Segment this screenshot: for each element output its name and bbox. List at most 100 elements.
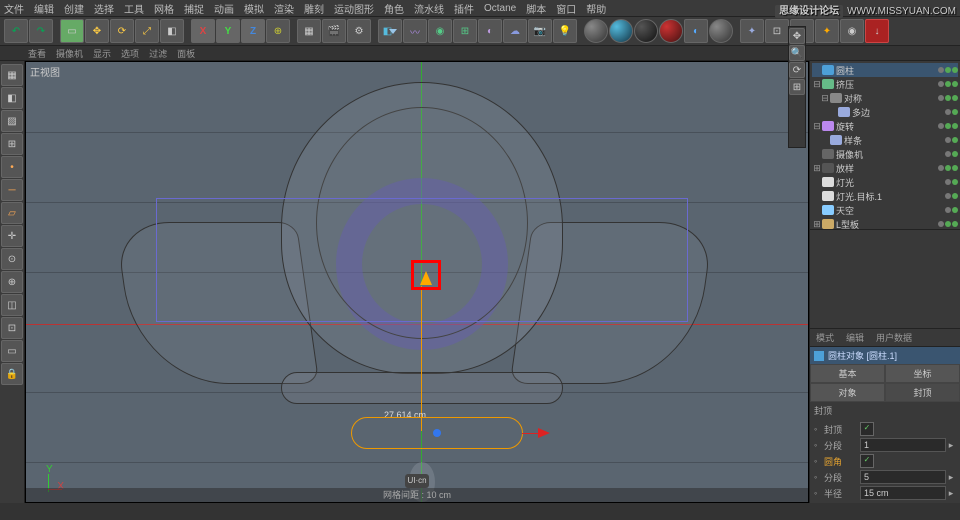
menu-capture[interactable]: 捕捉 <box>184 1 204 16</box>
axis-y-toggle[interactable]: Y <box>216 19 240 43</box>
menu-mesh[interactable]: 网格 <box>154 1 174 16</box>
primitive-spline[interactable]: 〰 <box>403 19 427 43</box>
oct-live[interactable]: ◐ <box>684 19 708 43</box>
nav-zoom[interactable]: 🔍 <box>789 45 805 61</box>
oct-tool5[interactable]: ◉ <box>840 19 864 43</box>
move-tool[interactable]: ✥ <box>85 19 109 43</box>
hier-row-sky[interactable]: 天空 <box>812 203 958 217</box>
recent-tool[interactable]: ◧ <box>160 19 184 43</box>
seg2-field[interactable]: 5 <box>860 470 946 484</box>
tab-basic[interactable]: 基本 <box>810 364 885 383</box>
oct-tool4[interactable]: ✦ <box>815 19 839 43</box>
vp-display[interactable]: 显示 <box>93 47 111 60</box>
deformer[interactable]: ◐ <box>478 19 502 43</box>
seg1-field[interactable]: 1 <box>860 438 946 452</box>
render-view[interactable]: ▦ <box>297 19 321 43</box>
oct-mat2[interactable] <box>609 19 633 43</box>
nav-pan[interactable]: ✥ <box>789 28 805 44</box>
menu-file[interactable]: 文件 <box>4 1 24 16</box>
undo-button[interactable]: ↶ <box>4 19 28 43</box>
oct-tool6[interactable]: ↓ <box>865 19 889 43</box>
generator-array[interactable]: ⊞ <box>453 19 477 43</box>
viewport[interactable]: 正视图 27.614 cm Y X UI·cn 网格间距 : 10 cm <box>25 61 809 503</box>
environment[interactable]: ☁ <box>503 19 527 43</box>
menu-motiongfx[interactable]: 运动图形 <box>334 1 374 16</box>
menu-select[interactable]: 选择 <box>94 1 114 16</box>
gizmo-y-arrow[interactable] <box>420 271 432 285</box>
vp-filter[interactable]: 过滤 <box>149 47 167 60</box>
scale-tool[interactable]: ⤢ <box>135 19 159 43</box>
menu-octane[interactable]: Octane <box>484 3 516 14</box>
menu-sculpt[interactable]: 雕刻 <box>304 1 324 16</box>
vp-camera[interactable]: 摄像机 <box>56 47 83 60</box>
point-mode[interactable]: • <box>1 156 23 178</box>
object-mode[interactable]: ◧ <box>1 87 23 109</box>
vp-options[interactable]: 选项 <box>121 47 139 60</box>
menu-script[interactable]: 脚本 <box>526 1 546 16</box>
edge-mode[interactable]: ─ <box>1 179 23 201</box>
tab-caps[interactable]: 封顶 <box>885 383 960 402</box>
hier-row-light[interactable]: 灯光 <box>812 175 958 189</box>
hier-row-floor[interactable]: ⊞L型板 <box>812 217 958 230</box>
attr-user-tab[interactable]: 用户数据 <box>870 329 918 346</box>
oct-settings[interactable]: ✦ <box>740 19 764 43</box>
poly-mode[interactable]: ▱ <box>1 202 23 224</box>
snap-2d[interactable]: ◫ <box>1 294 23 316</box>
generator-nurbs[interactable]: ◉ <box>428 19 452 43</box>
redo-button[interactable]: ↷ <box>29 19 53 43</box>
camera-add[interactable]: 📷 <box>528 19 552 43</box>
snap-toggle[interactable]: ⊕ <box>1 271 23 293</box>
axis-z-toggle[interactable]: Z <box>241 19 265 43</box>
tweak-mode[interactable]: ⊙ <box>1 248 23 270</box>
hier-row-symmetry[interactable]: ⊟对称 <box>812 91 958 105</box>
menu-plugins[interactable]: 插件 <box>454 1 474 16</box>
selected-cylinder[interactable] <box>351 417 523 449</box>
fillet-checkbox[interactable]: ✓ <box>860 454 874 468</box>
tab-coord[interactable]: 坐标 <box>885 364 960 383</box>
hier-row-cylinder[interactable]: 圆柱 <box>812 63 958 77</box>
rotate-tool[interactable]: ⟳ <box>110 19 134 43</box>
nav-layout[interactable]: ⊞ <box>789 79 805 95</box>
gizmo-x-arrow[interactable] <box>538 428 550 438</box>
menu-help[interactable]: 帮助 <box>586 1 606 16</box>
oct-mat1[interactable] <box>584 19 608 43</box>
hier-row-loft[interactable]: ⊞放样 <box>812 161 958 175</box>
workplane[interactable]: ▭ <box>1 340 23 362</box>
locked[interactable]: 🔒 <box>1 363 23 385</box>
menu-render[interactable]: 渲染 <box>274 1 294 16</box>
vp-view[interactable]: 查看 <box>28 47 46 60</box>
gizmo-origin[interactable] <box>433 429 441 437</box>
hier-row-poly[interactable]: 多边 <box>812 105 958 119</box>
oct-env[interactable] <box>709 19 733 43</box>
cap-checkbox[interactable]: ✓ <box>860 422 874 436</box>
menu-edit[interactable]: 编辑 <box>34 1 54 16</box>
oct-mat4[interactable] <box>659 19 683 43</box>
render-settings[interactable]: ⚙ <box>347 19 371 43</box>
hier-row-camera[interactable]: 摄像机 <box>812 147 958 161</box>
primitive-cube[interactable]: ◧ <box>378 19 402 43</box>
texture-mode[interactable]: ▨ <box>1 110 23 132</box>
snap-3d[interactable]: ⊡ <box>1 317 23 339</box>
object-manager[interactable]: 圆柱 ⊟挤压 ⊟对称 多边 ⊟旋转 样条 摄像机 ⊞放样 灯光 灯光.目标.1 … <box>810 61 960 230</box>
select-tool[interactable]: ▭ <box>60 19 84 43</box>
hier-row-spline[interactable]: 样条 <box>812 133 958 147</box>
tab-object[interactable]: 对象 <box>810 383 885 402</box>
hier-row-lathe[interactable]: ⊟旋转 <box>812 119 958 133</box>
render-region[interactable]: 🎬 <box>322 19 346 43</box>
oct-mat3[interactable] <box>634 19 658 43</box>
light-add[interactable]: 💡 <box>553 19 577 43</box>
hier-row-light-target[interactable]: 灯光.目标.1 <box>812 189 958 203</box>
attr-mode-tab[interactable]: 模式 <box>810 329 840 346</box>
nav-rotate[interactable]: ⟳ <box>789 62 805 78</box>
workplane-mode[interactable]: ⊞ <box>1 133 23 155</box>
model-mode[interactable]: ▦ <box>1 64 23 86</box>
menu-simulate[interactable]: 模拟 <box>244 1 264 16</box>
hier-row-extrude[interactable]: ⊟挤压 <box>812 77 958 91</box>
radius-field[interactable]: 15 cm <box>860 486 946 500</box>
menu-window[interactable]: 窗口 <box>556 1 576 16</box>
coord-system[interactable]: ⊕ <box>266 19 290 43</box>
menu-create[interactable]: 创建 <box>64 1 84 16</box>
vp-panel[interactable]: 面板 <box>177 47 195 60</box>
menu-character[interactable]: 角色 <box>384 1 404 16</box>
axis-x-toggle[interactable]: X <box>191 19 215 43</box>
